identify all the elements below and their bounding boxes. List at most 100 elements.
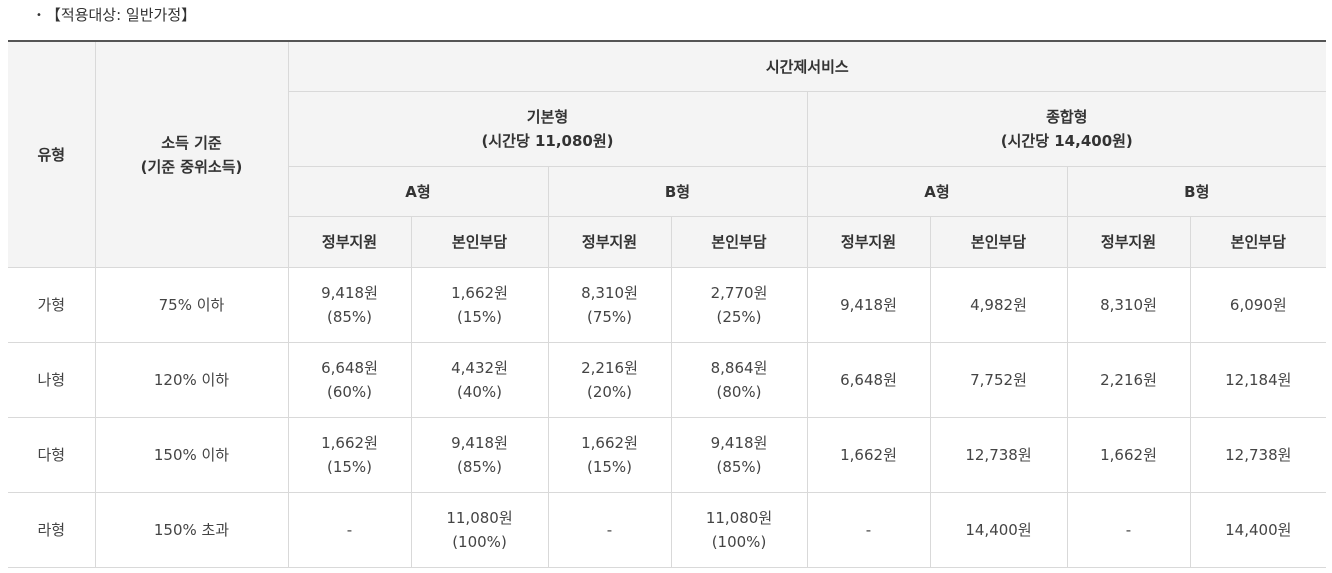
cell-percent: (40%)	[456, 383, 503, 401]
header-combined: 종합형 (시간당 14,400원)	[806, 91, 1327, 167]
header-self-pay: 본인부담	[1189, 216, 1327, 268]
cell-amount: -	[1125, 521, 1132, 539]
table-row: 라형 150% 초과 - 11,080원 (100%) - 11,080원 (100…	[8, 492, 1327, 568]
cell: 12,738원	[1189, 417, 1327, 493]
cell-percent: (80%)	[716, 383, 762, 401]
cell-percent: (100%)	[711, 533, 767, 551]
cell: 9,418원 (85%)	[410, 417, 549, 493]
header-self-pay: 본인부담	[670, 216, 808, 268]
cell-percent: (15%)	[456, 308, 503, 326]
header-self-pay: 본인부담	[929, 216, 1068, 268]
cell: 9,418원 (85%)	[287, 267, 412, 343]
cell-percent: (15%)	[326, 458, 373, 476]
cell-amount: 1,662원	[581, 434, 638, 452]
cell: 1,662원 (15%)	[410, 267, 549, 343]
cell: -	[287, 492, 412, 568]
cell-amount: 2,216원	[1100, 371, 1157, 389]
cell-percent: (85%)	[716, 458, 762, 476]
cell: 14,400원	[1189, 492, 1327, 568]
cell-amount: 11,080원	[705, 509, 773, 527]
cell: 8,310원	[1066, 267, 1191, 343]
row-type: 다형	[8, 417, 96, 493]
cell-amount: 2,770원	[710, 284, 768, 302]
cell-amount: 14,400원	[1225, 521, 1292, 539]
cell-amount: 1,662원	[840, 446, 897, 464]
header-gov-support: 정부지원	[1066, 216, 1191, 268]
cell: 12,184원	[1189, 342, 1327, 418]
header-service: 시간제서비스	[287, 40, 1327, 92]
table-row: 나형 120% 이하 6,648원 (60%) 4,432원 (40%) 2,216…	[8, 342, 1327, 418]
cell: 6,648원 (60%)	[287, 342, 412, 418]
cell-percent: (15%)	[586, 458, 633, 476]
cell-percent: (100%)	[452, 533, 507, 551]
header-combined-type-b: B형	[1066, 166, 1327, 217]
cell-amount: 9,418원	[840, 296, 897, 314]
cell-percent: (60%)	[326, 383, 373, 401]
cell: 11,080원 (100%)	[670, 492, 808, 568]
cell: 6,648원	[806, 342, 931, 418]
cell-amount: 6,648원	[840, 371, 897, 389]
row-type: 가형	[8, 267, 96, 343]
cell-amount: 1,662원	[321, 434, 378, 452]
header-income-line1: 소득 기준	[161, 133, 222, 152]
cell-percent: (85%)	[326, 308, 373, 326]
row-income: 150% 초과	[94, 492, 289, 568]
cell: -	[1066, 492, 1191, 568]
row-type: 나형	[8, 342, 96, 418]
header-basic: 기본형 (시간당 11,080원)	[288, 91, 808, 167]
table-caption: • 【적용대상: 일반가정】	[36, 5, 196, 26]
header-gov-support: 정부지원	[806, 216, 931, 268]
cell-amount: -	[346, 521, 353, 539]
cell-percent: (25%)	[716, 308, 762, 326]
caption-text: 【적용대상: 일반가정】	[45, 6, 197, 24]
cell-amount: 1,662원	[451, 284, 508, 302]
header-combined-type-a: A형	[806, 166, 1068, 217]
cell: 2,216원 (20%)	[547, 342, 672, 418]
cell: 4,982원	[929, 267, 1068, 343]
header-type: 유형	[8, 40, 96, 268]
cell: 9,418원 (85%)	[670, 417, 808, 493]
cell-amount: 4,432원	[451, 359, 508, 377]
header-basic-type-a: A형	[288, 166, 549, 217]
bullet-dot-icon: •	[36, 9, 42, 21]
cell: 2,770원 (25%)	[670, 267, 808, 343]
cell-amount: 6,090원	[1229, 296, 1287, 314]
row-type: 라형	[8, 492, 96, 568]
cell: 6,090원	[1189, 267, 1327, 343]
header-combined-name: 종합형	[1046, 108, 1088, 126]
header-income-line2: (기준 중위소득)	[140, 157, 243, 176]
cell-amount: 4,982원	[970, 296, 1027, 314]
cell-amount: 8,864원	[710, 359, 768, 377]
cell-amount: 1,662원	[1100, 446, 1157, 464]
table-row: 가형 75% 이하 9,418원 (85%) 1,662원 (15%) 8,310원…	[8, 267, 1327, 343]
header-basic-type-b: B형	[547, 166, 808, 217]
cell: 1,662원 (15%)	[287, 417, 412, 493]
row-income: 150% 이하	[94, 417, 289, 493]
header-self-pay: 본인부담	[410, 216, 549, 268]
row-income: 75% 이하	[94, 267, 289, 343]
cell: 4,432원 (40%)	[410, 342, 549, 418]
cell: 1,662원 (15%)	[547, 417, 672, 493]
cell: 11,080원 (100%)	[410, 492, 549, 568]
header-basic-name: 기본형	[526, 108, 569, 126]
cell-amount: 14,400원	[965, 521, 1032, 539]
cell-amount: -	[865, 521, 872, 539]
cell-percent: (85%)	[456, 458, 503, 476]
cell: 8,310원 (75%)	[547, 267, 672, 343]
cell-amount: 12,738원	[1225, 446, 1292, 464]
header-income: 소득 기준 (기준 중위소득)	[94, 40, 289, 268]
cell-amount: 6,648원	[321, 359, 378, 377]
cell: 9,418원	[806, 267, 931, 343]
cell: 12,738원	[929, 417, 1068, 493]
childcare-fee-table: 유형 소득 기준 (기준 중위소득) 시간제서비스 기본형 (시간당 11,08…	[8, 40, 1327, 568]
cell-amount: 9,418원	[321, 284, 378, 302]
cell: -	[806, 492, 931, 568]
table-row: 다형 150% 이하 1,662원 (15%) 9,418원 (85%) 1,662…	[8, 417, 1327, 493]
cell-amount: 9,418원	[451, 434, 508, 452]
cell: 1,662원	[1066, 417, 1191, 493]
cell: 8,864원 (80%)	[670, 342, 808, 418]
cell: 7,752원	[929, 342, 1068, 418]
header-gov-support: 정부지원	[288, 216, 412, 268]
cell-percent: (75%)	[586, 308, 633, 326]
cell-amount: 11,080원	[446, 509, 513, 527]
